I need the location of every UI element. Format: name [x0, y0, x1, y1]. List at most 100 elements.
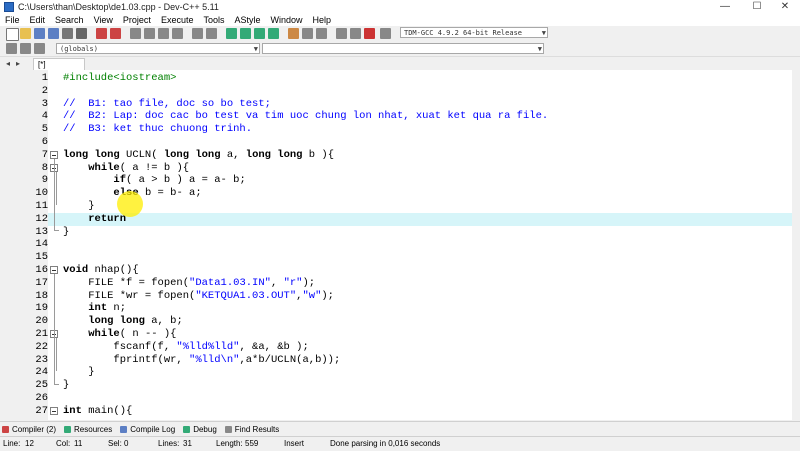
menu-bar: File Edit Search View Project Execute To…: [0, 13, 800, 26]
find-icon[interactable]: [130, 28, 141, 39]
code-line: 26: [0, 392, 792, 405]
menu-search[interactable]: Search: [50, 15, 89, 25]
tab-resources[interactable]: Resources: [62, 425, 118, 434]
profile-icon[interactable]: [302, 28, 313, 39]
line-number: 26: [35, 392, 48, 404]
close-button[interactable]: ✕: [770, 0, 800, 13]
line-number: 10: [35, 187, 48, 200]
line-number: 16: [35, 264, 48, 276]
line-number: 22: [35, 340, 48, 353]
scope-select-value: (globals): [60, 45, 98, 53]
code-text: void nhap(){: [63, 264, 139, 276]
new-file-icon[interactable]: [6, 28, 19, 41]
goto-line-icon[interactable]: [172, 28, 183, 39]
tab-find-results[interactable]: Find Results: [223, 425, 285, 434]
status-col-label: Col:: [56, 439, 71, 448]
window-title: C:\Users\than\Desktop\de1.03.cpp - Dev-C…: [18, 1, 219, 12]
run-icon[interactable]: [240, 28, 251, 39]
tab-de1-03-cpp[interactable]: [*] de1.03.cpp: [33, 58, 85, 81]
code-text: }: [63, 225, 70, 238]
line-number: 6: [41, 136, 48, 148]
compile-icon[interactable]: [226, 28, 237, 39]
rebuild-icon[interactable]: [268, 28, 279, 39]
menu-file[interactable]: File: [0, 15, 25, 25]
replace-icon[interactable]: [144, 28, 155, 39]
tab-compile-log[interactable]: Compile Log: [118, 425, 181, 434]
code-text: }: [63, 200, 95, 212]
open-project-icon[interactable]: [206, 28, 217, 39]
minimize-button[interactable]: —: [710, 0, 740, 13]
status-lines-label: Lines:: [158, 439, 180, 448]
line-number: 20: [35, 315, 48, 328]
code-text: FILE *f = fopen("Data1.03.IN", "r");: [63, 276, 316, 289]
code-line: 8 while( a != b ){: [0, 162, 792, 175]
compiler-select-value: TDM-GCC 4.9.2 64-bit Release: [404, 29, 523, 37]
scope-select[interactable]: (globals) ▼: [56, 43, 260, 54]
fold-toggle-icon[interactable]: [50, 406, 58, 415]
find-next-icon[interactable]: [158, 28, 169, 39]
compile-run-icon[interactable]: [254, 28, 265, 39]
open-folder-icon[interactable]: [20, 28, 31, 39]
line-number: 3: [41, 97, 48, 110]
code-line: 14: [0, 238, 792, 251]
code-line: 2: [0, 85, 792, 98]
chevron-down-icon: ▼: [541, 29, 546, 37]
menu-tools[interactable]: Tools: [198, 15, 229, 25]
menu-project[interactable]: Project: [118, 15, 156, 25]
close-file-icon[interactable]: [62, 28, 73, 39]
code-line: 19 int n;: [0, 302, 792, 315]
code-text: return: [88, 212, 127, 225]
save-all-icon[interactable]: [48, 28, 59, 39]
code-line: 7 long long UCLN( long long a, long long…: [0, 149, 792, 162]
check-syntax-icon[interactable]: [316, 28, 327, 39]
code-text: long long a, b;: [88, 315, 183, 328]
unindent-icon[interactable]: [20, 43, 31, 54]
redo-icon[interactable]: [110, 28, 121, 39]
stop-execution-icon[interactable]: [364, 28, 375, 39]
menu-astyle[interactable]: AStyle: [229, 15, 265, 25]
tab-debug[interactable]: Debug: [181, 425, 223, 434]
current-code-line: 12 return: [0, 212, 792, 226]
code-line: 16 void nhap(){: [0, 264, 792, 277]
menu-help[interactable]: Help: [308, 15, 337, 25]
code-line: 17 FILE *f = fopen("Data1.03.IN", "r");: [0, 277, 792, 290]
menu-execute[interactable]: Execute: [156, 15, 199, 25]
left-arrow-icon[interactable]: ◂: [4, 59, 12, 68]
undo-icon[interactable]: [96, 28, 107, 39]
fold-toggle-icon[interactable]: [50, 150, 58, 159]
tab-label: Resources: [74, 424, 113, 434]
debug-icon[interactable]: [288, 28, 299, 39]
fold-toggle-icon[interactable]: [50, 266, 58, 274]
class-browser-icon[interactable]: [336, 28, 347, 39]
toggle-icon[interactable]: [380, 28, 391, 39]
code-line: 22 fscanf(f, "%lld%lld", &a, &b );: [0, 341, 792, 354]
line-number: 27: [35, 404, 48, 417]
code-line: 5 // B3: ket thuc chuong trinh.: [0, 123, 792, 136]
menu-view[interactable]: View: [89, 15, 118, 25]
code-text: fprintf(wr, "%lld\n",a*b/UCLN(a,b));: [63, 353, 341, 366]
code-line: 25 }: [0, 379, 792, 392]
function-select[interactable]: ▼: [262, 43, 544, 54]
tab-compiler[interactable]: Compiler (2): [0, 425, 62, 434]
maximize-button[interactable]: ☐: [742, 0, 772, 13]
bookmark-icon[interactable]: [34, 43, 45, 54]
find-results-icon: [224, 425, 232, 433]
insert-icon[interactable]: [350, 28, 361, 39]
editor-scrollbar[interactable]: [792, 70, 800, 420]
code-editor[interactable]: 1 #include<iostream> 2 3 // B1: tao file…: [0, 70, 792, 420]
code-line: 27 int main(){: [0, 405, 792, 418]
print-icon[interactable]: [76, 28, 87, 39]
menu-window[interactable]: Window: [266, 15, 308, 25]
status-sel-value: 0: [124, 439, 129, 448]
indent-icon[interactable]: [6, 43, 17, 54]
right-arrow-icon[interactable]: ▸: [14, 59, 22, 68]
line-number: 4: [41, 110, 48, 123]
menu-edit[interactable]: Edit: [25, 15, 51, 25]
code-line: 3 // B1: tao file, doc so bo test;: [0, 98, 792, 111]
secondary-toolbar: (globals) ▼ ▼: [0, 41, 800, 57]
status-mode: Insert: [284, 439, 305, 448]
save-icon[interactable]: [34, 28, 45, 39]
status-col-value: 11: [74, 439, 83, 448]
compiler-select[interactable]: TDM-GCC 4.9.2 64-bit Release ▼: [400, 27, 548, 38]
new-project-icon[interactable]: [192, 28, 203, 39]
